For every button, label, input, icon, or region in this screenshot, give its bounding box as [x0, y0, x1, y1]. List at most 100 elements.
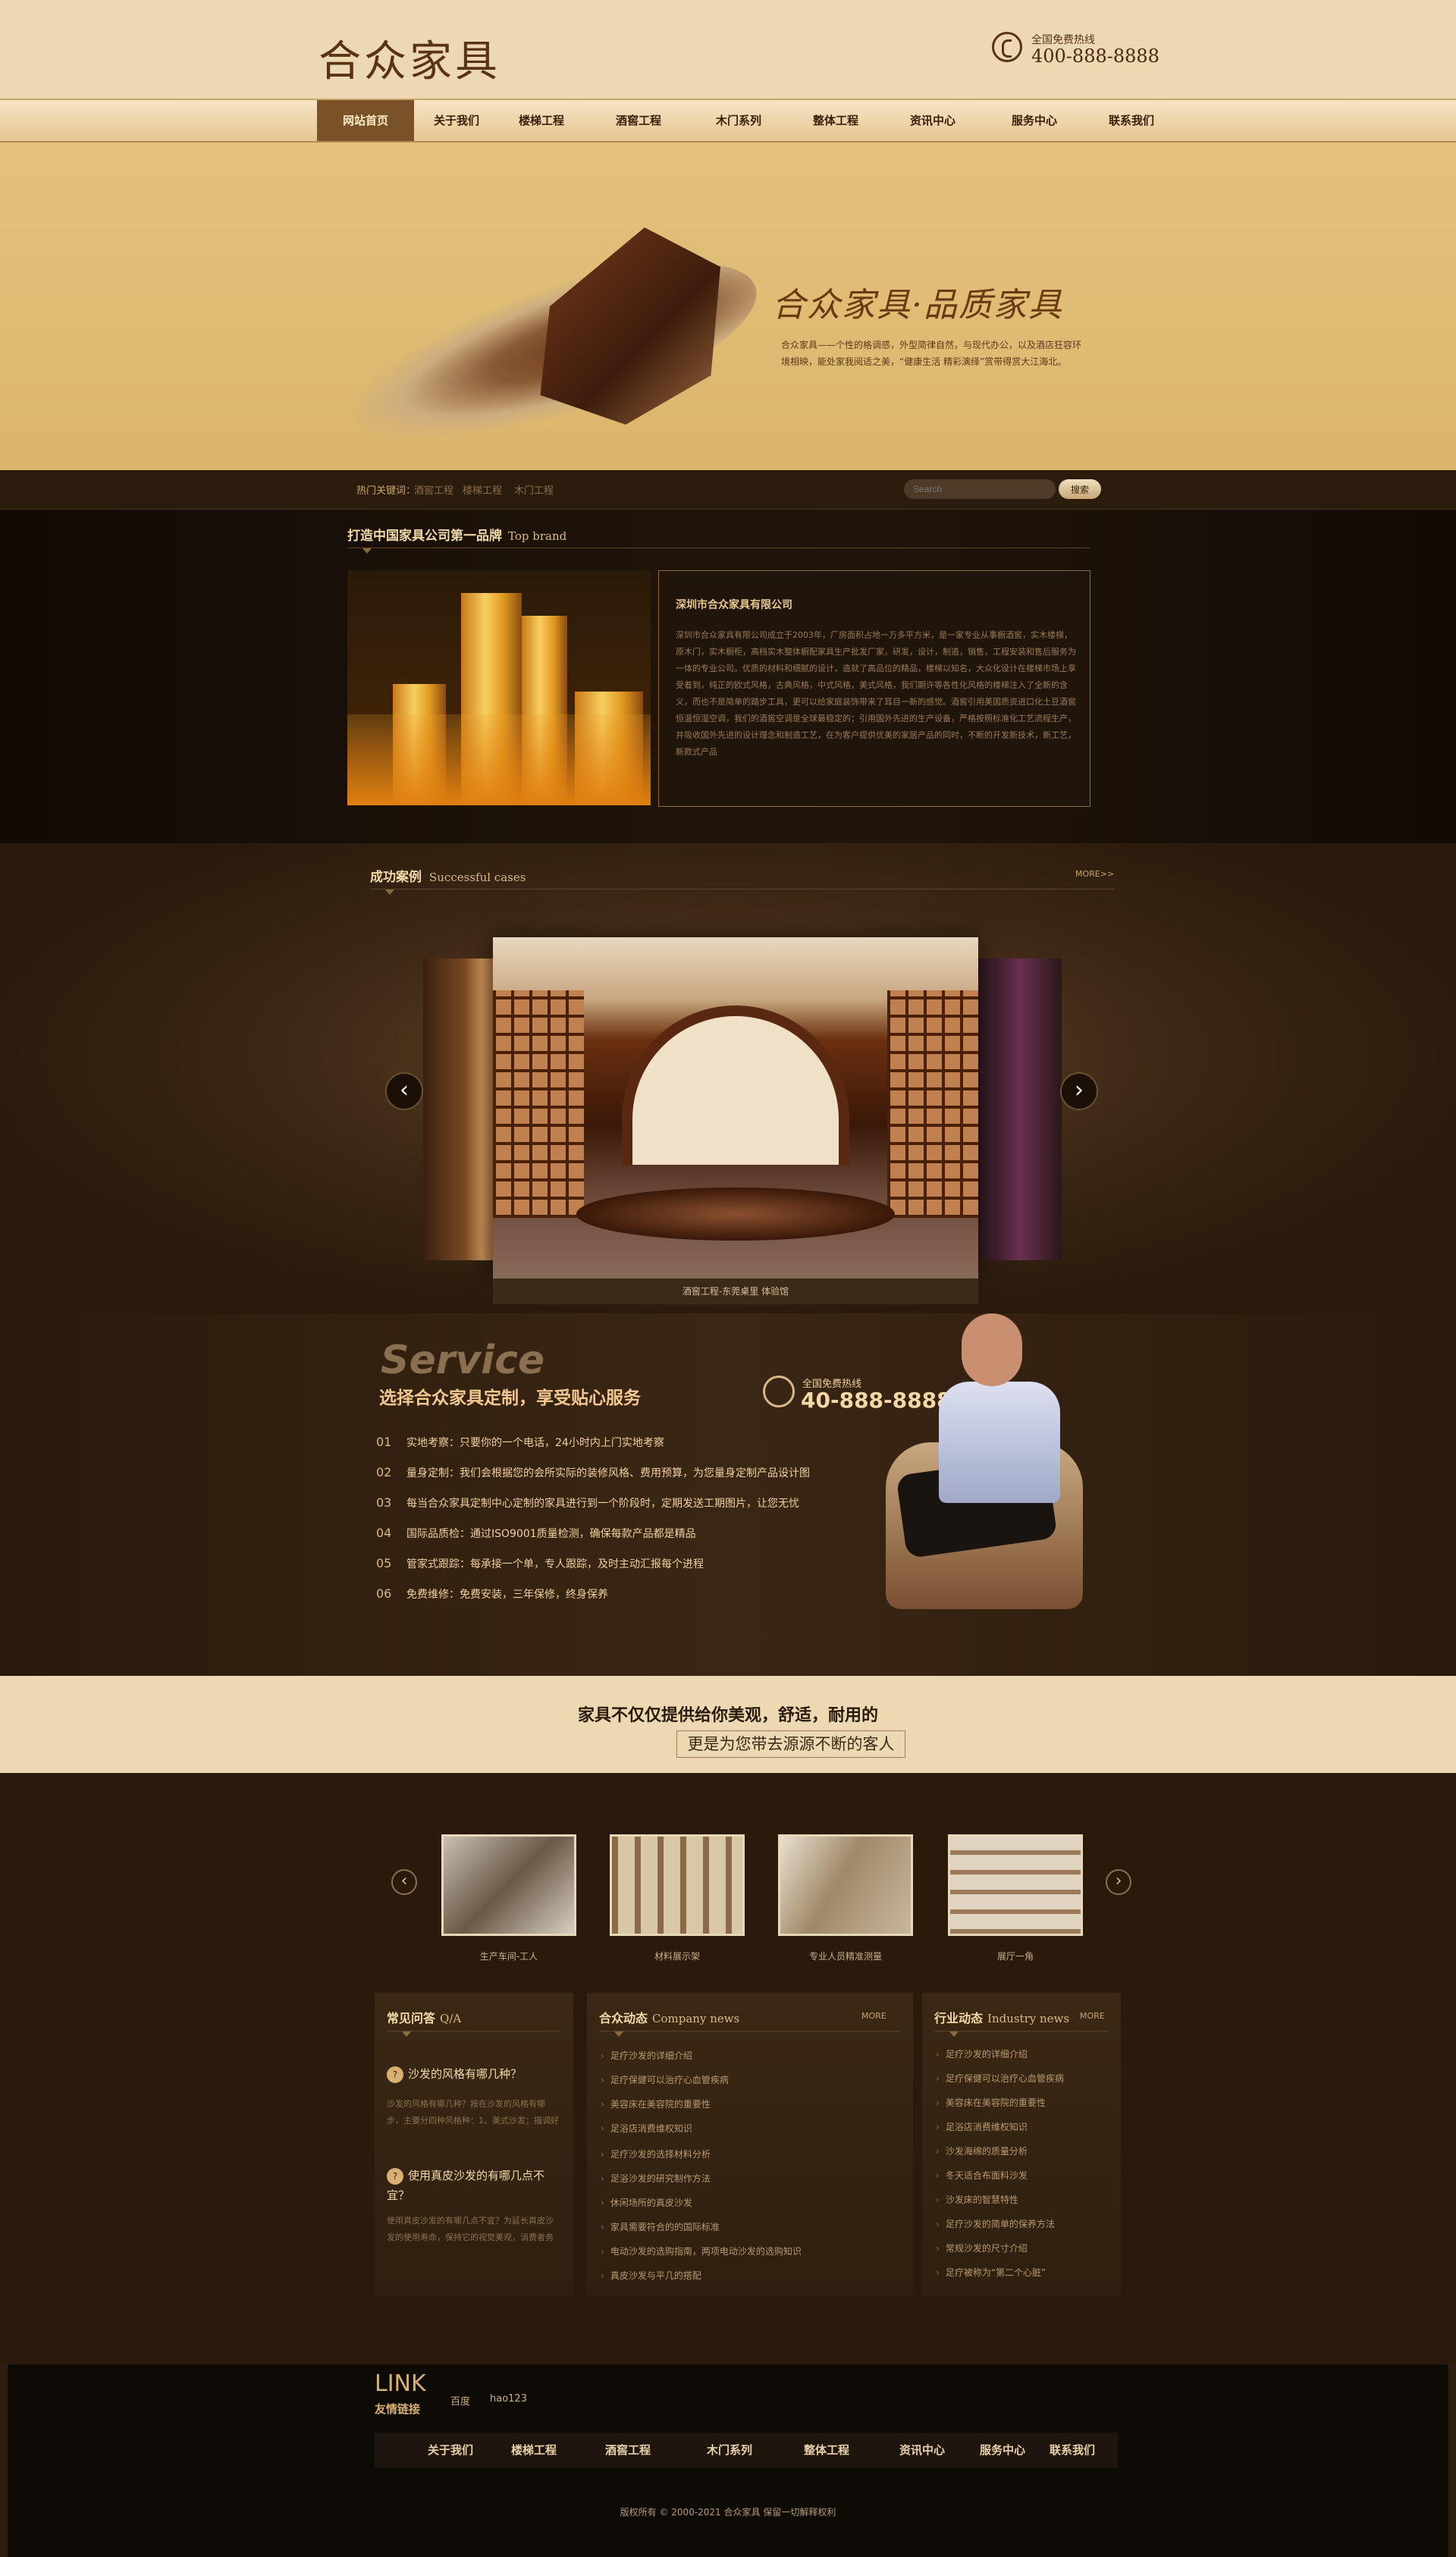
footer-nav-doors[interactable]: 木门系列	[707, 2433, 752, 2468]
news-item[interactable]: 足疗保健可以治疗心血管疾病	[601, 2073, 729, 2086]
search-button[interactable]: 搜索	[1059, 479, 1101, 499]
gallery-item[interactable]	[441, 1834, 576, 1936]
news-item[interactable]: 家具需要符合的的国际标准	[601, 2220, 720, 2233]
qa-question[interactable]: ? 使用真皮沙发的有哪几点不宜？	[387, 2166, 557, 2205]
cases-more-link[interactable]: MORE>>	[1075, 869, 1114, 879]
friend-link[interactable]: 百度	[450, 2393, 470, 2408]
news-item[interactable]: 足疗沙发的简单的保养方法	[936, 2217, 1055, 2230]
industry-news-more-link[interactable]: MORE	[1080, 2011, 1105, 2021]
footer: LINK 友情链接 百度 hao123 关于我们 楼梯工程 酒窖工程 木门系列 …	[8, 2364, 1448, 2557]
links-title-cn: 友情链接	[375, 2402, 421, 2416]
caret-icon	[949, 2031, 959, 2037]
page: 合众家具 全国免费热线 400-888-8888 网站首页 关于我们 楼梯工程 …	[0, 0, 1456, 2557]
news-item[interactable]: 沙发床的智慧特性	[936, 2193, 1018, 2206]
company-description: 深圳市合众家具有限公司成立于2003年，厂房面积占地一万多平方米，是一家专业从事…	[676, 630, 1076, 757]
nav-item-service[interactable]: 服务中心	[992, 100, 1077, 141]
news-item[interactable]: 足疗沙发的选择材料分析	[601, 2148, 711, 2160]
news-item[interactable]: 休闲场所的真皮沙发	[601, 2196, 692, 2209]
footer-nav-service[interactable]: 服务中心	[980, 2433, 1025, 2468]
nav-item-doors[interactable]: 木门系列	[696, 100, 781, 141]
footer-nav-contact[interactable]: 联系我们	[1050, 2433, 1095, 2468]
caret-icon	[614, 2031, 623, 2037]
news-item[interactable]: 足疗保健可以治疗心血管疾病	[936, 2072, 1064, 2085]
keyword-link[interactable]: 楼梯工程	[463, 482, 502, 497]
news-item[interactable]: 沙发海绵的质量分析	[936, 2144, 1028, 2157]
service-section: Service 选择合众家具定制，享受贴心服务 全国免费热线 40-888-88…	[0, 1313, 1456, 1676]
service-no: 06	[376, 1586, 392, 1601]
news-item[interactable]: 美容床在美容院的重要性	[601, 2097, 711, 2110]
news-item[interactable]: 冬天适合布面料沙发	[936, 2169, 1028, 2182]
footer-nav-overall[interactable]: 整体工程	[804, 2433, 849, 2468]
news-item[interactable]: 足疗沙发的详细介绍	[936, 2047, 1028, 2060]
service-item: 06 免费维修：免费安装，三年保修，终身保养	[376, 1586, 608, 1617]
company-building-image	[347, 570, 651, 805]
news-item[interactable]: 常规沙发的尺寸介绍	[936, 2242, 1028, 2254]
qa-question[interactable]: ? 沙发的风格有哪几种？	[387, 2064, 557, 2084]
gallery-caption: 专业人员精准测量	[808, 1951, 882, 1962]
phone-icon	[992, 32, 1022, 62]
service-no: 01	[376, 1435, 392, 1449]
qa-question-text: 沙发的风格有哪几种？	[408, 2067, 522, 2081]
service-no: 02	[376, 1465, 392, 1479]
gallery-item[interactable]	[948, 1834, 1083, 1936]
hero-banner: 合众家具·品质家具 合众家具——个性的格调感，外型简律自然，与现代办公，以及酒店…	[0, 143, 1456, 480]
news-item[interactable]: 真皮沙发与平几的搭配	[601, 2269, 701, 2282]
man-head-shape	[962, 1313, 1022, 1386]
service-no: 03	[376, 1495, 392, 1510]
search-input[interactable]	[904, 479, 1056, 499]
news-item[interactable]: 美容床在美容院的重要性	[936, 2096, 1046, 2109]
nav-item-news[interactable]: 资讯中心	[890, 100, 975, 141]
case-main-image[interactable]	[493, 937, 978, 1278]
news-item[interactable]: 足浴沙发的研究制作方法	[601, 2172, 711, 2185]
keyword-link[interactable]: 酒窖工程	[414, 482, 453, 497]
banner-description: 合众家具——个性的格调感，外型简律自然，与现代办公，以及酒店狂容环境相映，能处家…	[781, 340, 1082, 367]
nav-item-wine-cellar[interactable]: 酒窖工程	[596, 100, 681, 141]
divider	[347, 547, 1090, 548]
keyword-link[interactable]: 木门工程	[514, 482, 554, 497]
news-item[interactable]: 足浴店消费维权知识	[936, 2120, 1028, 2133]
gallery-photo	[444, 1837, 574, 1934]
intro-title-cn: 打造中国家具公司第一品牌	[347, 529, 502, 544]
nav-item-contact[interactable]: 联系我们	[1089, 100, 1174, 141]
company-news-more-link[interactable]: MORE	[861, 2011, 886, 2021]
news-item[interactable]: 足疗被称为“第二个心脏”	[936, 2266, 1046, 2279]
footer-nav-about[interactable]: 关于我们	[428, 2433, 473, 2468]
service-no: 05	[376, 1556, 392, 1570]
news-item[interactable]: 足疗沙发的详细介绍	[601, 2049, 692, 2062]
qa-title-cn: 常见问答	[387, 2011, 436, 2025]
businessman-photo	[886, 1313, 1144, 1647]
man-shirt-shape	[939, 1382, 1060, 1503]
footer-nav-news[interactable]: 资讯中心	[899, 2433, 945, 2468]
footer-nav: 关于我们 楼梯工程 酒窖工程 木门系列 整体工程 资讯中心 服务中心 联系我们	[375, 2433, 1118, 2468]
footer-nav-stairs[interactable]: 楼梯工程	[511, 2433, 557, 2468]
links-title-en: LINK	[375, 2370, 426, 2397]
hotline-number: 400-888-8888	[1031, 45, 1159, 67]
gallery-prev-icon[interactable]: ‹	[391, 1869, 417, 1895]
site-logo[interactable]: 合众家具	[318, 27, 500, 89]
service-text: 管家式跟踪：每承接一个单，专人跟踪，及时主动汇报每个进程	[406, 1558, 704, 1570]
nav-item-home[interactable]: 网站首页	[317, 100, 414, 141]
gallery-next-icon[interactable]: ›	[1106, 1869, 1131, 1895]
nav-item-about[interactable]: 关于我们	[414, 100, 499, 141]
footer-nav-wine-cellar[interactable]: 酒窖工程	[605, 2433, 651, 2468]
qa-panel: 常见问答 Q/A ? 沙发的风格有哪几种？ 沙发的风格有哪几种？按在沙发的风格有哪步…	[375, 1993, 573, 2296]
news-item[interactable]: 足浴店消费维权知识	[601, 2122, 692, 2135]
gallery-caption: 展厅一角	[996, 1951, 1034, 1962]
tagline-sub: 更是为您带去源源不断的客人	[676, 1730, 905, 1758]
service-item: 02 量身定制：我们会根据您的会所实际的装修风格、费用预算，为您量身定制产品设计图	[376, 1465, 810, 1495]
prev-arrow-icon[interactable]: ‹	[385, 1072, 423, 1110]
gallery-item[interactable]	[610, 1834, 745, 1936]
friend-link[interactable]: hao123	[490, 2393, 527, 2405]
industry-news-panel: 行业动态Industry news MORE 足疗沙发的详细介绍 足疗保健可以治…	[922, 1993, 1121, 2296]
factory-gallery: ‹ › 生产车间-工人 材料展示架 专业人员精准测量 展厅一角	[0, 1773, 1456, 1993]
industry-news-title-en: Industry news	[987, 2012, 1070, 2025]
industry-news-title: 行业动态 Industry news	[934, 2008, 1069, 2026]
nav-item-overall[interactable]: 整体工程	[793, 100, 878, 141]
nav-item-stairs[interactable]: 楼梯工程	[499, 100, 584, 141]
furniture-graphic	[540, 227, 720, 425]
next-arrow-icon[interactable]: ›	[1060, 1072, 1098, 1110]
news-item[interactable]: 电动沙发的选购指南，两项电动沙发的选购知识	[601, 2245, 802, 2257]
company-news-title-cn: 合众动态	[599, 2011, 648, 2025]
lattice-right	[887, 990, 978, 1218]
gallery-item[interactable]	[778, 1834, 913, 1936]
